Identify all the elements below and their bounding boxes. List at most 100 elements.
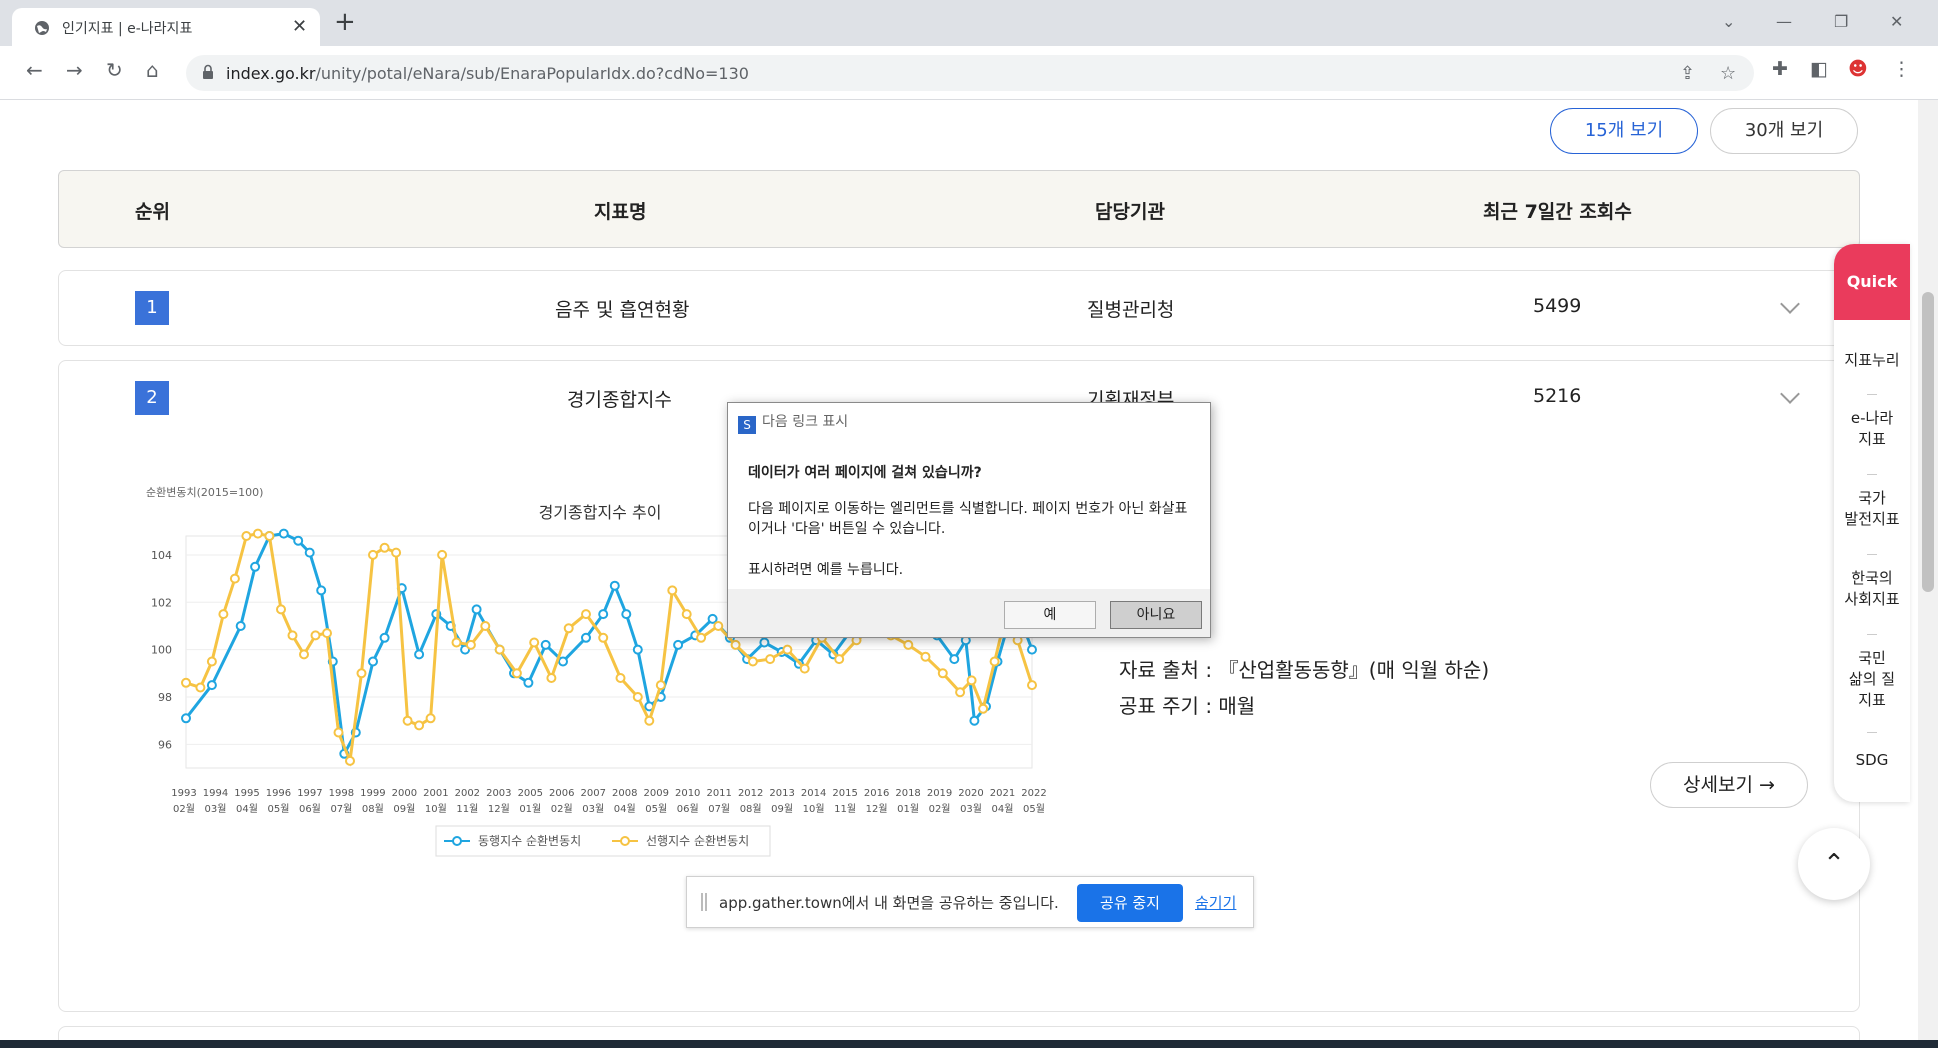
profile-avatar-icon[interactable]: ☻ bbox=[1848, 58, 1868, 80]
dialog-body: 다음 페이지로 이동하는 엘리먼트를 식별합니다. 페이지 번호가 아닌 화살표… bbox=[748, 501, 1188, 537]
data-point bbox=[235, 621, 246, 631]
data-point bbox=[368, 549, 378, 560]
data-point bbox=[425, 713, 436, 724]
quick-item-indicator-nuri[interactable]: 지표누리 bbox=[1834, 350, 1910, 371]
app-logo-icon: S bbox=[738, 416, 756, 434]
yes-button[interactable]: 예 bbox=[1004, 601, 1096, 629]
data-point bbox=[765, 654, 776, 665]
close-window-icon[interactable]: ✕ bbox=[1890, 12, 1903, 31]
x-tick-year: 2013 bbox=[769, 788, 794, 799]
data-point bbox=[368, 656, 378, 667]
browser-toolbar: ← → ↻ ⌂ index.go.kr/unity/potal/eNara/su… bbox=[0, 46, 1938, 100]
extensions-icon[interactable]: ✚ bbox=[1772, 58, 1788, 80]
data-point bbox=[558, 656, 568, 667]
chevron-down-icon[interactable] bbox=[1780, 294, 1800, 314]
drag-handle-icon[interactable] bbox=[701, 893, 707, 911]
x-tick-year: 2020 bbox=[958, 788, 983, 799]
legend-label[interactable]: 동행지수 순환변동치 bbox=[478, 833, 581, 848]
agency-name: 질병관리청 bbox=[1087, 299, 1175, 321]
close-tab-icon[interactable]: ✕ bbox=[292, 16, 307, 37]
stop-sharing-button[interactable]: 공유 중지 bbox=[1077, 884, 1183, 922]
data-point bbox=[621, 609, 632, 620]
data-point bbox=[598, 609, 609, 620]
x-tick-year: 1997 bbox=[297, 788, 322, 799]
quick-menu-header: Quick bbox=[1834, 244, 1910, 320]
url-path: /unity/potal/eNara/sub/EnaraPopularIdx.d… bbox=[315, 64, 749, 83]
data-point bbox=[310, 630, 321, 641]
data-point bbox=[681, 609, 692, 620]
home-icon[interactable]: ⌂ bbox=[146, 60, 159, 80]
x-tick-year: 1996 bbox=[266, 788, 291, 799]
dialog-title-bar: S 다음 링크 표시 bbox=[738, 411, 848, 434]
table-row[interactable]: 1 음주 및 흡연현황 질병관리청 5499 bbox=[58, 270, 1860, 346]
x-tick-year: 2016 bbox=[864, 788, 889, 799]
url-host: index.go.kr bbox=[226, 64, 316, 83]
no-button[interactable]: 아니요 bbox=[1110, 601, 1202, 629]
data-point bbox=[949, 654, 960, 665]
x-tick-month: 10월 bbox=[425, 803, 447, 815]
minimize-icon[interactable]: — bbox=[1776, 12, 1792, 31]
data-point bbox=[379, 632, 390, 643]
address-bar[interactable]: index.go.kr/unity/potal/eNara/sub/EnaraP… bbox=[186, 55, 1754, 91]
tab-search-icon[interactable]: ⌄ bbox=[1722, 12, 1735, 31]
data-point bbox=[903, 639, 914, 650]
detail-view-button[interactable]: 상세보기 → bbox=[1650, 762, 1808, 808]
data-point bbox=[437, 549, 448, 560]
quick-item-social[interactable]: 한국의 사회지표 bbox=[1834, 568, 1910, 610]
view-30-button[interactable]: 30개 보기 bbox=[1710, 108, 1858, 154]
data-point bbox=[181, 677, 191, 688]
screen-share-bar: app.gather.town에서 내 화면을 공유하는 중입니다. 공유 중지… bbox=[686, 876, 1254, 928]
indicator-name[interactable]: 경기종합지수 bbox=[567, 385, 672, 412]
side-panel-icon[interactable]: ◧ bbox=[1810, 58, 1828, 80]
forward-icon[interactable]: → bbox=[66, 60, 83, 80]
restore-icon[interactable]: ❐ bbox=[1834, 12, 1848, 31]
os-taskbar bbox=[0, 1040, 1938, 1048]
x-tick-year: 2006 bbox=[549, 788, 574, 799]
legend-label[interactable]: 선행지수 순환변동치 bbox=[646, 833, 749, 848]
view-15-button[interactable]: 15개 보기 bbox=[1550, 108, 1698, 154]
tab-title: 인기지표 | e-나라지표 bbox=[62, 21, 193, 37]
header-views: 최근 7일간 조회수 bbox=[1483, 201, 1632, 223]
data-point bbox=[581, 632, 591, 643]
reload-icon[interactable]: ↻ bbox=[106, 60, 123, 80]
data-point bbox=[782, 644, 793, 655]
data-point bbox=[632, 644, 643, 655]
publish-cycle-text: 공표 주기 : 매월 bbox=[1119, 694, 1256, 718]
data-point bbox=[206, 680, 217, 691]
vertical-scrollbar[interactable] bbox=[1918, 100, 1938, 1040]
data-point bbox=[673, 639, 684, 650]
x-tick-month: 05월 bbox=[645, 803, 667, 815]
quick-item-enara[interactable]: e-나라 지표 bbox=[1834, 408, 1910, 450]
new-tab-icon[interactable]: + bbox=[334, 9, 356, 35]
share-page-icon[interactable]: ⇪ bbox=[1680, 63, 1695, 84]
quick-item-quality-of-life[interactable]: 국민 삶의 질 지표 bbox=[1834, 648, 1910, 711]
data-point bbox=[1027, 680, 1037, 691]
x-tick-month: 10월 bbox=[803, 803, 825, 815]
data-point bbox=[218, 609, 229, 620]
browser-tab[interactable]: 인기지표 | e-나라지표 ✕ bbox=[12, 8, 320, 46]
data-point bbox=[529, 637, 540, 648]
hide-link[interactable]: 숨기기 bbox=[1195, 892, 1236, 913]
x-tick-month: 08월 bbox=[362, 803, 384, 815]
data-point bbox=[713, 621, 724, 631]
bookmark-star-icon[interactable]: ☆ bbox=[1720, 63, 1736, 84]
data-point bbox=[241, 531, 252, 541]
x-tick-year: 1998 bbox=[329, 788, 354, 799]
data-point bbox=[747, 656, 758, 667]
data-point bbox=[834, 654, 845, 665]
scrollbar-thumb[interactable] bbox=[1922, 292, 1934, 592]
header-name: 지표명 bbox=[594, 201, 647, 223]
back-icon[interactable]: ← bbox=[26, 60, 43, 80]
x-tick-month: 03월 bbox=[582, 803, 604, 815]
data-point bbox=[252, 528, 263, 539]
table-row[interactable] bbox=[58, 1026, 1860, 1040]
scroll-to-top-button[interactable]: ⌃ bbox=[1798, 828, 1870, 900]
chevron-down-icon[interactable] bbox=[1780, 384, 1800, 404]
dialog-title: 다음 링크 표시 bbox=[762, 414, 849, 430]
menu-kebab-icon[interactable]: ⋮ bbox=[1892, 58, 1911, 80]
indicator-name[interactable]: 음주 및 흡연현황 bbox=[555, 295, 689, 322]
quick-item-national-dev[interactable]: 국가 발전지표 bbox=[1834, 488, 1910, 530]
data-point bbox=[632, 692, 643, 702]
x-tick-month: 01월 bbox=[519, 803, 541, 815]
quick-item-sdg[interactable]: SDG bbox=[1834, 750, 1910, 771]
